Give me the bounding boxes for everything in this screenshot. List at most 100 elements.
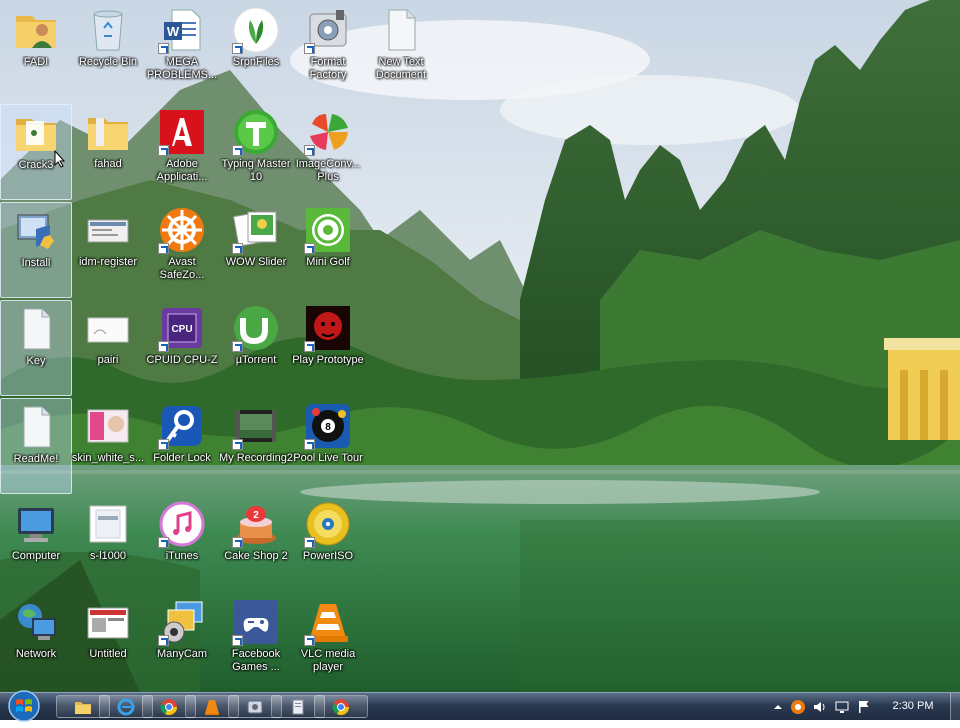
desktop-icon-computer[interactable]: Computer (0, 496, 72, 592)
icon-label: My Recording2 (219, 452, 293, 464)
icon-label: Folder Lock (153, 452, 211, 464)
svg-text:CPU: CPU (171, 324, 192, 335)
desktop-icon-s-l1000[interactable]: s-l1000 (72, 496, 144, 592)
document-icon (12, 305, 60, 353)
icon-label: skin_white_s... (71, 452, 145, 464)
video-file-icon (232, 402, 280, 450)
desktop-icon-my-recording2[interactable]: My Recording2 (219, 398, 293, 494)
icon-label: Recycle Bin (78, 56, 138, 68)
desktop-icon-adobe[interactable]: Adobe Applicati... (146, 104, 218, 200)
desktop-icon-avast[interactable]: Avast SafeZo... (146, 202, 218, 298)
desktop-icon-vlc[interactable]: VLC media player (292, 594, 364, 690)
desktop-icon-itunes[interactable]: iTunes (146, 496, 218, 592)
desktop-icon-untitled[interactable]: Untitled (72, 594, 144, 690)
icon-label: VLC media player (300, 648, 356, 673)
desktop-icon-utorrent[interactable]: µTorrent (220, 300, 292, 396)
computer-icon (12, 500, 60, 548)
format-factory-icon (304, 6, 352, 54)
srpnfiles-icon (232, 6, 280, 54)
desktop-icon-readme[interactable]: ReadMe! (0, 398, 72, 494)
desktop-icon-play-prototype[interactable]: Play Prototype (292, 300, 364, 396)
icon-label: Play Prototype (292, 354, 364, 366)
shortcut-arrow-icon (158, 341, 169, 352)
desktop-icon-wow-slider[interactable]: WOW Slider (220, 202, 292, 298)
user-folder-icon (12, 6, 60, 54)
shortcut-arrow-icon (232, 439, 243, 450)
desktop-icon-mini-golf[interactable]: Mini Golf (292, 202, 364, 298)
shortcut-arrow-icon (304, 439, 315, 450)
shortcut-arrow-icon (304, 43, 315, 54)
show-hidden-icons-icon[interactable] (770, 699, 786, 715)
image-file-icon (84, 500, 132, 548)
desktop-icon-key[interactable]: Key (0, 300, 72, 396)
vlc-icon (205, 699, 219, 715)
cake-shop-icon: 2 (232, 500, 280, 548)
windows-logo-icon (8, 690, 40, 722)
desktop-icon-new-text-document[interactable]: New Text Document (365, 2, 437, 98)
folder-lock-icon (158, 402, 206, 450)
adobe-icon (158, 108, 206, 156)
desktop[interactable]: FADI Crack3 Install Key ReadMe! Computer (0, 0, 960, 692)
cpuid-icon: CPU (158, 304, 206, 352)
desktop-icon-fadi[interactable]: FADI (0, 2, 72, 98)
icon-label: ImageConv... Plus (295, 158, 361, 183)
icon-label: PowerISO (302, 550, 354, 562)
icon-label: Untitled (89, 648, 127, 660)
network-tray-icon[interactable] (834, 699, 850, 715)
show-desktop-button[interactable] (950, 693, 960, 720)
desktop-icon-pairi[interactable]: pairi (72, 300, 144, 396)
icon-label: Cake Shop 2 (224, 550, 288, 562)
desktop-icon-imageconverter[interactable]: ImageConv... Plus (292, 104, 364, 200)
desktop-icon-pool-live-tour[interactable]: 8 Pool Live Tour (292, 398, 364, 494)
shortcut-arrow-icon (304, 145, 315, 156)
svg-text:8: 8 (325, 422, 331, 433)
image-file-icon (84, 206, 132, 254)
wallpaper (0, 0, 960, 692)
clock[interactable]: 2:30 PM (880, 693, 946, 720)
desktop-icon-poweriso[interactable]: PowerISO (292, 496, 364, 592)
taskbar: 2:30 PM (0, 689, 960, 723)
icon-label: Format Factory (309, 56, 347, 81)
shortcut-arrow-icon (304, 341, 315, 352)
icon-label: WOW Slider (225, 256, 287, 268)
icon-label: CPUID CPU-Z (146, 354, 218, 366)
taskbar-chrome-button-2[interactable] (314, 695, 368, 718)
desktop-icon-format-factory[interactable]: Format Factory (292, 2, 364, 98)
desktop-icon-fahad[interactable]: fahad (72, 104, 144, 200)
desktop-icon-recycle-bin[interactable]: Recycle Bin (72, 2, 144, 98)
desktop-icon-mega-problems[interactable]: W MEGA PROBLEMS... (146, 2, 218, 98)
action-center-flag-icon[interactable] (856, 699, 872, 715)
desktop-icon-manycam[interactable]: ManyCam (146, 594, 218, 690)
image-file-icon (84, 402, 132, 450)
desktop-icon-idm-register[interactable]: idm-register (72, 202, 144, 298)
desktop-icon-folder-lock[interactable]: Folder Lock (146, 398, 218, 494)
desktop-icon-network[interactable]: Network (0, 594, 72, 690)
shortcut-arrow-icon (304, 537, 315, 548)
desktop-icon-typing-master[interactable]: Typing Master 10 (220, 104, 292, 200)
icon-label: Computer (11, 550, 61, 562)
vlc-icon (304, 598, 352, 646)
volume-icon[interactable] (812, 699, 828, 715)
chrome-icon (160, 698, 178, 715)
mouse-cursor-icon (54, 150, 66, 168)
folder-icon (12, 109, 60, 157)
start-button[interactable] (4, 689, 44, 723)
desktop-icon-skin-white[interactable]: skin_white_s... (72, 398, 144, 494)
desktop-icon-facebook-games[interactable]: Facebook Games ... (220, 594, 292, 690)
desktop-icon-srpnfiles[interactable]: SrpnFiles (220, 2, 292, 98)
icon-label: pairi (97, 354, 119, 366)
image-file-icon (84, 304, 132, 352)
svg-text:W: W (167, 24, 180, 39)
avast-tray-icon[interactable] (790, 699, 806, 715)
shortcut-arrow-icon (158, 145, 169, 156)
desktop-icon-cpuid[interactable]: CPU CPUID CPU-Z (146, 300, 218, 396)
icon-label: fahad (94, 158, 122, 170)
desktop-icon-install[interactable]: Install (0, 202, 72, 298)
icon-label: New Text Document (375, 56, 427, 81)
text-document-icon (377, 6, 425, 54)
shortcut-arrow-icon (232, 145, 243, 156)
notepad-icon (292, 699, 304, 714)
desktop-icon-cake-shop[interactable]: 2 Cake Shop 2 (220, 496, 292, 592)
shortcut-arrow-icon (232, 43, 243, 54)
icon-label: Pool Live Tour (293, 452, 363, 464)
